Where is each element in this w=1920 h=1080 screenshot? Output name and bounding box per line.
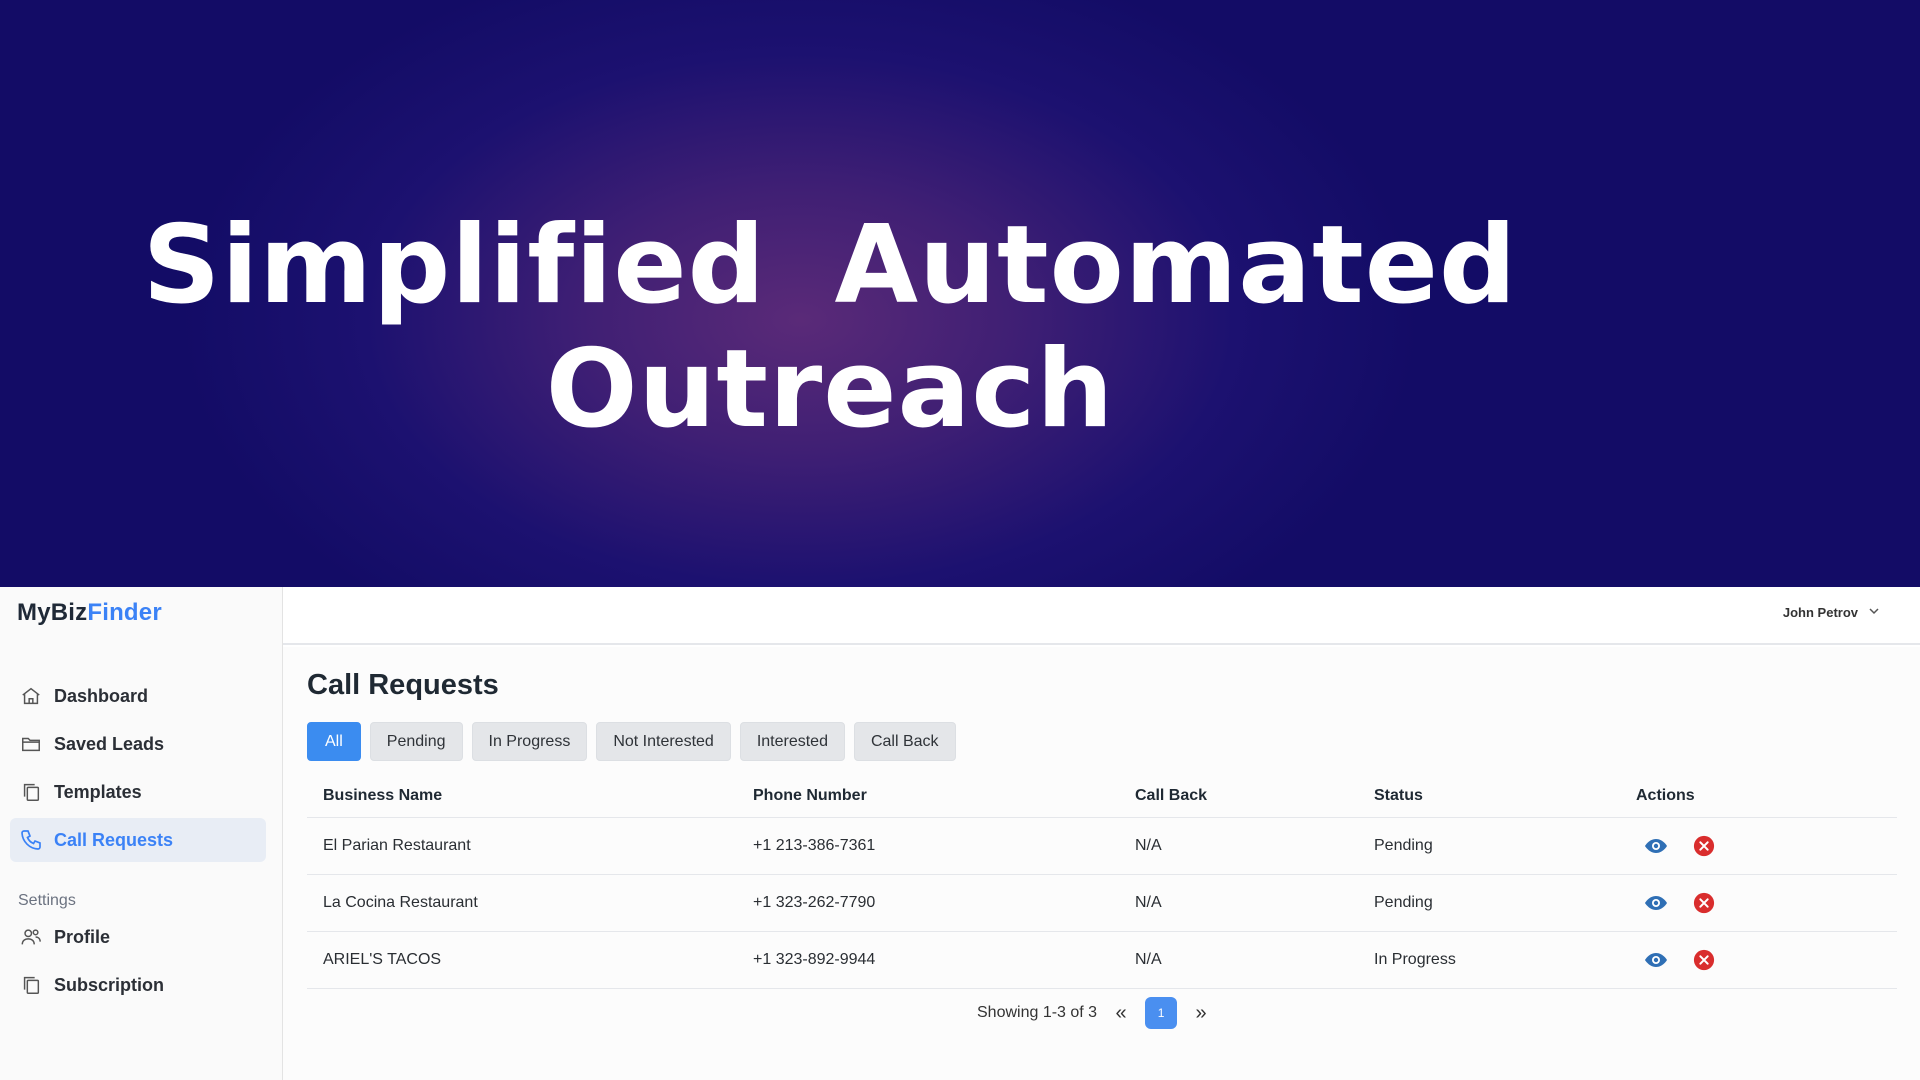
- copy-icon: [18, 972, 44, 998]
- delete-icon[interactable]: [1692, 948, 1716, 972]
- cell-status: Pending: [1358, 874, 1620, 932]
- eye-icon[interactable]: [1644, 834, 1668, 858]
- column-header-callback: Call Back: [1119, 775, 1358, 818]
- top-bar: John Petrov: [283, 587, 1920, 645]
- brand-logo[interactable]: MyBizFinder: [17, 599, 162, 627]
- sidebar-item-label: Templates: [54, 781, 142, 802]
- copy-icon: [18, 779, 44, 805]
- cell-phone: +1 323-262-7790: [737, 874, 1119, 932]
- column-header-status: Status: [1358, 775, 1620, 818]
- settings-section-label: Settings: [18, 892, 76, 909]
- sidebar-item-label: Saved Leads: [54, 733, 165, 754]
- cell-callback: N/A: [1119, 874, 1358, 932]
- next-page-button[interactable]: »: [1191, 1002, 1211, 1025]
- sidebar-item-label: Profile: [54, 926, 111, 947]
- page-title: Call Requests: [307, 669, 499, 701]
- cell-status: In Progress: [1358, 931, 1620, 989]
- hero-title-line1: Simplified Automated: [142, 203, 1518, 328]
- brand-part2: Finder: [87, 599, 162, 626]
- delete-icon[interactable]: [1692, 891, 1716, 915]
- cell-business: La Cocina Restaurant: [307, 874, 737, 932]
- column-header-business: Business Name: [307, 775, 737, 818]
- users-icon: [18, 924, 44, 950]
- hero-banner: Simplified Automated Outreach: [0, 0, 1920, 587]
- sidebar-item-subscription[interactable]: Subscription: [10, 963, 266, 1007]
- main-content: Call Requests All Pending In Progress No…: [283, 647, 1920, 1080]
- page-button-1[interactable]: 1: [1145, 997, 1178, 1029]
- pagination: Showing 1-3 of 3 « 1 »: [977, 997, 1211, 1029]
- pagination-summary: Showing 1-3 of 3: [977, 1004, 1098, 1021]
- sidebar-item-label: Dashboard: [54, 685, 149, 706]
- cell-phone: +1 323-892-9944: [737, 931, 1119, 989]
- status-filter-tabs: All Pending In Progress Not Interested I…: [307, 722, 956, 761]
- hero-title-line2: Outreach: [545, 327, 1115, 452]
- sidebar-item-profile[interactable]: Profile: [10, 915, 266, 959]
- chevron-down-icon: [1868, 605, 1880, 620]
- table-row: ARIEL'S TACOS +1 323-892-9944 N/A In Pro…: [307, 931, 1897, 989]
- filter-call-back[interactable]: Call Back: [853, 722, 956, 761]
- cell-business: ARIEL'S TACOS: [307, 931, 737, 989]
- eye-icon[interactable]: [1644, 891, 1668, 915]
- sidebar-item-saved-leads[interactable]: Saved Leads: [10, 722, 266, 766]
- sidebar: MyBizFinder Dashboard Saved Leads Templa…: [0, 587, 283, 1080]
- cell-actions: [1620, 817, 1897, 875]
- table-row: La Cocina Restaurant +1 323-262-7790 N/A…: [307, 874, 1897, 932]
- prev-page-button[interactable]: «: [1111, 1002, 1131, 1025]
- cell-actions: [1620, 931, 1897, 989]
- sidebar-item-dashboard[interactable]: Dashboard: [10, 674, 266, 718]
- eye-icon[interactable]: [1644, 948, 1668, 972]
- sidebar-item-label: Subscription: [54, 974, 165, 995]
- delete-icon[interactable]: [1692, 834, 1716, 858]
- cell-status: Pending: [1358, 817, 1620, 875]
- cell-callback: N/A: [1119, 931, 1358, 989]
- sidebar-item-call-requests[interactable]: Call Requests: [10, 818, 266, 862]
- filter-not-interested[interactable]: Not Interested: [596, 722, 731, 761]
- filter-in-progress[interactable]: In Progress: [471, 722, 588, 761]
- filter-all[interactable]: All: [307, 722, 361, 761]
- home-icon: [18, 683, 44, 709]
- cell-callback: N/A: [1119, 817, 1358, 875]
- cell-actions: [1620, 874, 1897, 932]
- folder-icon: [18, 731, 44, 757]
- cell-phone: +1 213-386-7361: [737, 817, 1119, 875]
- cell-business: El Parian Restaurant: [307, 817, 737, 875]
- phone-icon: [18, 827, 44, 853]
- sidebar-item-templates[interactable]: Templates: [10, 770, 266, 814]
- user-name: John Petrov: [1782, 605, 1858, 620]
- column-header-actions: Actions: [1620, 775, 1897, 818]
- column-header-phone: Phone Number: [737, 775, 1119, 818]
- filter-interested[interactable]: Interested: [739, 722, 845, 761]
- sidebar-item-label: Call Requests: [54, 829, 174, 850]
- app-window: MyBizFinder Dashboard Saved Leads Templa…: [0, 587, 1920, 1080]
- table-row: El Parian Restaurant +1 213-386-7361 N/A…: [307, 817, 1897, 875]
- user-menu[interactable]: John Petrov: [1783, 605, 1880, 620]
- call-requests-table: Business Name Phone Number Call Back Sta…: [307, 775, 1897, 989]
- table-header-row: Business Name Phone Number Call Back Sta…: [307, 775, 1897, 818]
- brand-part1: MyBiz: [17, 599, 88, 626]
- filter-pending[interactable]: Pending: [369, 722, 463, 761]
